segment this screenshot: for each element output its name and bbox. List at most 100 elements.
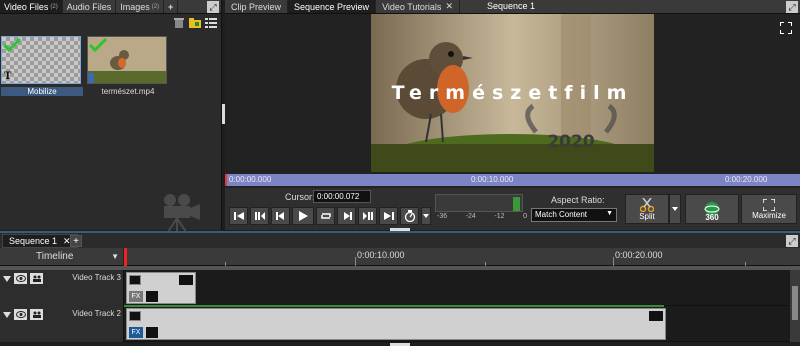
playback-speed-button[interactable] <box>400 207 419 225</box>
tab-sequence-preview-label: Sequence Preview <box>294 1 370 12</box>
timeline-ruler[interactable]: 0:00:10.000 0:00:20.000 <box>124 248 784 266</box>
loop-button[interactable] <box>316 207 335 225</box>
go-to-end-button[interactable] <box>379 207 398 225</box>
split-dropdown-button[interactable] <box>669 194 681 224</box>
undock-icon[interactable]: ⤢ <box>207 1 219 13</box>
ruler-label: 0:00:00.000 <box>229 175 272 184</box>
folder-icon[interactable] <box>189 17 201 29</box>
undock-icon[interactable]: ⤢ <box>786 1 798 13</box>
video-track-2: Video Track 2 FX <box>0 306 800 342</box>
skip-start-icon <box>233 212 244 220</box>
trash-icon[interactable] <box>173 17 185 29</box>
meter-tick: -24 <box>465 213 476 220</box>
fx-button[interactable]: FX <box>129 291 143 302</box>
collapse-track-icon[interactable] <box>3 311 11 318</box>
clip-list: T Mobilize természet.mp4 <box>0 32 221 232</box>
timeline-clip-mobilize[interactable]: FX <box>126 272 196 304</box>
add-sequence-button[interactable]: + <box>70 235 82 247</box>
add-bin-tab-button[interactable]: + <box>164 0 179 13</box>
chevron-down-icon: ▼ <box>111 252 119 261</box>
track-controls <box>3 309 43 320</box>
clip-thumbnail: T <box>1 36 81 84</box>
360-button[interactable]: 360 <box>685 194 739 224</box>
maximize-label: Maximize <box>752 210 786 220</box>
tab-clip-preview[interactable]: Clip Preview <box>225 0 289 13</box>
timeline-vertical-scrollbar[interactable] <box>790 270 800 342</box>
maximize-icon <box>763 198 775 211</box>
mic-icon[interactable] <box>146 291 158 302</box>
transition-icon[interactable] <box>179 275 193 285</box>
next-clip-button[interactable] <box>358 207 377 225</box>
timeline-header: Timeline ▼ 0:00:10.000 0:00:20.000 <box>0 248 800 266</box>
aspect-ratio-select[interactable]: Match Content ▼ <box>531 208 617 222</box>
go-to-start-button[interactable] <box>229 207 248 225</box>
clip-item-mobilize[interactable]: T Mobilize <box>1 36 83 96</box>
preview-scrubber[interactable]: 0:00:00.000 0:00:10.000 0:00:20.000 <box>225 174 800 186</box>
clip-item-termeszet[interactable]: természet.mp4 <box>87 36 169 96</box>
loop-icon <box>320 213 331 219</box>
scrollbar-thumb[interactable] <box>792 286 798 320</box>
split-label: Split <box>639 211 655 221</box>
split-button[interactable]: Split <box>625 194 669 224</box>
step-forward-button[interactable] <box>337 207 356 225</box>
people-icon <box>32 275 41 282</box>
cursor-label: Cursor: <box>285 192 315 202</box>
clip-name: természet.mp4 <box>101 87 155 96</box>
tab-video-files-label: Video Files <box>4 1 49 12</box>
tab-images-count: (2) <box>151 3 160 10</box>
aspect-ratio-label: Aspect Ratio: <box>551 195 605 205</box>
fullscreen-icon[interactable] <box>780 22 792 34</box>
previous-clip-button[interactable] <box>250 207 269 225</box>
skip-end-icon <box>383 212 394 220</box>
preview-playhead[interactable] <box>225 174 227 186</box>
track-visibility-button[interactable] <box>14 273 27 284</box>
people-icon <box>32 311 41 318</box>
next-icon <box>362 212 373 220</box>
track-header: Video Track 2 <box>0 306 124 342</box>
tab-video-tutorials[interactable]: Video Tutorials ✕ <box>376 0 460 13</box>
tab-audio-files[interactable]: Audio Files <box>63 0 117 13</box>
track-settings-button[interactable] <box>30 309 43 320</box>
video-frame[interactable]: Természetfilm 2020 <box>371 14 654 172</box>
undock-icon[interactable]: ⤢ <box>786 235 798 247</box>
close-icon[interactable]: ✕ <box>445 1 453 12</box>
cursor-time-field[interactable]: 0:00:00.072 <box>313 190 371 203</box>
clip-name: Mobilize <box>1 87 83 96</box>
play-button[interactable] <box>292 207 314 225</box>
maximize-button[interactable]: Maximize <box>741 194 797 224</box>
chevron-down-icon: ▼ <box>606 210 613 217</box>
timeline-view-select[interactable]: Timeline ▼ <box>0 248 124 266</box>
step-back-button[interactable] <box>271 207 290 225</box>
previous-icon <box>254 212 265 220</box>
preview-tabs: Clip Preview Sequence Preview Video Tuto… <box>225 0 800 14</box>
transition-icon[interactable] <box>649 311 663 321</box>
tab-sequence-preview[interactable]: Sequence Preview <box>288 0 377 13</box>
track-visibility-button[interactable] <box>14 309 27 320</box>
audio-level-meter <box>435 194 523 212</box>
speed-dropdown-button[interactable] <box>421 207 431 225</box>
clip-type-icon <box>129 311 141 321</box>
tab-video-files[interactable]: Video Files (2) <box>0 0 63 13</box>
chevron-down-icon <box>672 207 678 211</box>
tab-clip-preview-label: Clip Preview <box>231 1 282 12</box>
list-view-icon[interactable] <box>205 17 217 29</box>
tab-sequence-1[interactable]: Sequence 1 ✕ <box>2 234 78 248</box>
preview-title: Sequence 1 <box>487 1 536 11</box>
media-bin-toolbar <box>0 14 221 32</box>
transport-controls: Cursor: 0:00:00.072 -36 -24 -12 0 Aspect… <box>225 188 800 230</box>
timeline-playhead[interactable] <box>124 248 127 268</box>
ruler-label: 0:00:10.000 <box>471 175 514 184</box>
mic-icon[interactable] <box>146 327 158 338</box>
collapse-track-icon[interactable] <box>3 275 11 282</box>
track-name: Video Track 2 <box>72 309 121 318</box>
preview-panel: Clip Preview Sequence Preview Video Tuto… <box>225 0 800 230</box>
fx-button[interactable]: FX <box>129 327 143 338</box>
timeline-label: Timeline <box>36 251 74 262</box>
tab-images[interactable]: Images (2) <box>116 0 165 13</box>
checkmark-icon <box>3 38 21 52</box>
track-settings-button[interactable] <box>30 273 43 284</box>
timeline-clip-overlay[interactable]: FX <box>126 308 666 340</box>
track-header: Video Track 3 <box>0 270 124 306</box>
text-clip-icon: T <box>4 71 12 82</box>
aspect-ratio-value: Match Content <box>535 210 588 219</box>
